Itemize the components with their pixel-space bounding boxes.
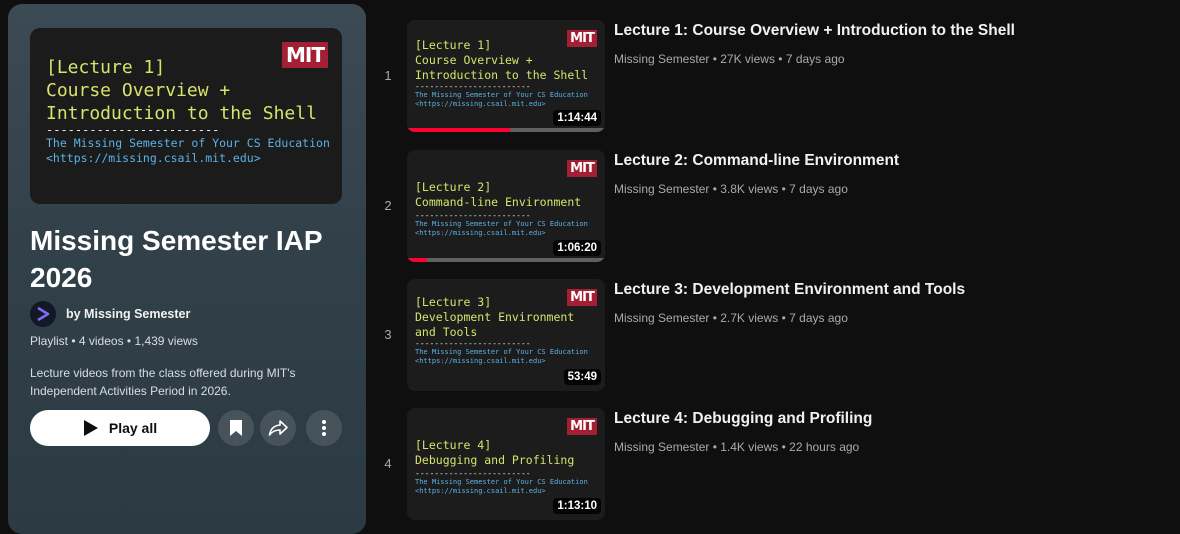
upload-age: 22 hours ago	[789, 440, 860, 454]
thumb-dashes: ------------------------	[415, 82, 531, 91]
thumb-byline1: The Missing Semester of Your CS Educatio…	[415, 478, 588, 486]
video-index: 2	[384, 198, 392, 213]
video-title[interactable]: Lecture 2: Command-line Environment	[614, 152, 899, 170]
hero-title-line2: Introduction to the Shell	[46, 103, 317, 124]
play-all-button[interactable]: Play all	[30, 410, 210, 446]
thumb-dashes: ------------------------	[415, 339, 531, 348]
bookmark-icon	[230, 420, 242, 436]
video-index: 3	[384, 327, 392, 342]
save-playlist-button[interactable]	[218, 410, 254, 446]
thumb-title-text: [Lecture 1] Course Overview + Introducti…	[415, 38, 588, 83]
thumb-line: and Tools	[415, 325, 478, 339]
video-thumbnail[interactable]: MIT [Lecture 1] Course Overview + Introd…	[407, 20, 605, 132]
thumb-line: [Lecture 2]	[415, 180, 492, 194]
playlist-video-item[interactable]: 1 MIT [Lecture 1] Course Overview + Intr…	[370, 20, 1170, 132]
video-thumbnail[interactable]: MIT [Lecture 2] Command-line Environment…	[407, 150, 605, 262]
play-all-label: Play all	[108, 420, 158, 436]
upload-age: 7 days ago	[789, 311, 848, 325]
hero-byline2: <https://missing.csail.mit.edu>	[46, 151, 261, 165]
thumb-dashes: ------------------------	[415, 211, 531, 220]
thumb-line: Command-line Environment	[415, 195, 582, 209]
thumb-line: Introduction to the Shell	[415, 68, 589, 82]
view-count: 27K views	[720, 52, 775, 66]
share-button[interactable]	[260, 410, 296, 446]
more-actions-button[interactable]	[306, 410, 342, 446]
watch-progress-fill	[407, 128, 510, 132]
thumb-line: [Lecture 3]	[415, 295, 492, 309]
mit-logo: MIT	[567, 160, 597, 177]
thumb-byline1: The Missing Semester of Your CS Educatio…	[415, 348, 588, 356]
hero-dashes: ------------------------	[46, 123, 220, 137]
upload-age: 7 days ago	[789, 182, 848, 196]
video-meta: Missing Semester • 1.4K views • 22 hours…	[614, 440, 860, 454]
playlist-video-item[interactable]: 4 MIT [Lecture 4] Debugging and Profilin…	[370, 408, 1170, 520]
hero-title-text: [Lecture 1] Course Overview + Introducti…	[46, 56, 317, 125]
thumb-line: Course Overview +	[415, 53, 533, 67]
thumb-dashes: ------------------------	[415, 469, 531, 478]
hero-title-line1: Course Overview +	[46, 80, 231, 101]
thumb-byline: The Missing Semester of Your CS Educatio…	[415, 348, 588, 366]
thumb-title-text: [Lecture 4] Debugging and Profiling	[415, 438, 574, 468]
view-count: 2.7K views	[720, 311, 779, 325]
playlist-header-panel: MIT [Lecture 1] Course Overview + Introd…	[8, 4, 366, 534]
thumb-byline: The Missing Semester of Your CS Educatio…	[415, 478, 588, 496]
share-icon	[268, 420, 288, 436]
thumb-line: Development Environment	[415, 310, 575, 324]
duration-badge: 1:14:44	[553, 110, 601, 126]
channel-name[interactable]: Missing Semester	[614, 440, 709, 454]
thumb-byline: The Missing Semester of Your CS Educatio…	[415, 220, 588, 238]
thumb-byline2: <https://missing.csail.mit.edu>	[415, 487, 546, 495]
playlist-description: Lecture videos from the class offered du…	[30, 366, 296, 398]
thumb-byline2: <https://missing.csail.mit.edu>	[415, 357, 546, 365]
video-title[interactable]: Lecture 4: Debugging and Profiling	[614, 410, 872, 428]
view-count: 3.8K views	[720, 182, 779, 196]
video-index: 1	[384, 68, 392, 83]
thumb-line: [Lecture 1]	[415, 38, 492, 52]
channel-name[interactable]: Missing Semester	[614, 311, 709, 325]
video-index: 4	[384, 456, 392, 471]
playlist-owner[interactable]: by Missing Semester	[30, 301, 190, 327]
hero-lecture-line: [Lecture 1]	[46, 57, 166, 78]
thumb-line: [Lecture 4]	[415, 438, 492, 452]
watch-progress-bar	[407, 258, 605, 262]
more-vertical-icon	[322, 420, 326, 436]
thumb-byline2: <https://missing.csail.mit.edu>	[415, 100, 546, 108]
hero-byline: The Missing Semester of Your CS Educatio…	[46, 136, 330, 166]
channel-avatar[interactable]	[30, 301, 56, 327]
video-thumbnail[interactable]: MIT [Lecture 3] Development Environment …	[407, 279, 605, 391]
view-count: 1.4K views	[720, 440, 779, 454]
chevron-right-icon	[37, 306, 50, 322]
duration-badge: 53:49	[563, 369, 601, 385]
hero-byline1: The Missing Semester of Your CS Educatio…	[46, 136, 330, 150]
playlist-video-item[interactable]: 3 MIT [Lecture 3] Development Environmen…	[370, 279, 1170, 391]
playlist-title: Missing Semester IAP 2026	[30, 225, 323, 293]
thumb-byline: The Missing Semester of Your CS Educatio…	[415, 91, 588, 109]
video-thumbnail[interactable]: MIT [Lecture 4] Debugging and Profiling …	[407, 408, 605, 520]
duration-badge: 1:13:10	[553, 498, 601, 514]
thumb-title-text: [Lecture 2] Command-line Environment	[415, 180, 581, 210]
thumb-byline1: The Missing Semester of Your CS Educatio…	[415, 220, 588, 228]
owner-name[interactable]: by Missing Semester	[66, 307, 190, 321]
playlist-video-item[interactable]: 2 MIT [Lecture 2] Command-line Environme…	[370, 150, 1170, 262]
channel-name[interactable]: Missing Semester	[614, 182, 709, 196]
upload-age: 7 days ago	[785, 52, 845, 66]
video-meta: Missing Semester • 3.8K views • 7 days a…	[614, 182, 848, 196]
mit-logo: MIT	[567, 418, 597, 435]
video-meta: Missing Semester • 27K views • 7 days ag…	[614, 52, 845, 66]
watch-progress-fill	[407, 258, 427, 262]
video-title[interactable]: Lecture 1: Course Overview + Introductio…	[614, 22, 1015, 40]
duration-badge: 1:06:20	[553, 240, 601, 256]
thumb-line: Debugging and Profiling	[415, 453, 575, 467]
watch-progress-bar	[407, 128, 605, 132]
playlist-thumbnail[interactable]: MIT [Lecture 1] Course Overview + Introd…	[30, 28, 342, 204]
channel-name[interactable]: Missing Semester	[614, 52, 709, 66]
video-title[interactable]: Lecture 3: Development Environment and T…	[614, 281, 965, 299]
video-meta: Missing Semester • 2.7K views • 7 days a…	[614, 311, 848, 325]
playlist-meta: Playlist • 4 videos • 1,439 views	[30, 334, 198, 348]
thumb-byline1: The Missing Semester of Your CS Educatio…	[415, 91, 588, 99]
thumb-title-text: [Lecture 3] Development Environment and …	[415, 295, 574, 340]
thumb-byline2: <https://missing.csail.mit.edu>	[415, 229, 546, 237]
play-icon	[83, 420, 98, 436]
